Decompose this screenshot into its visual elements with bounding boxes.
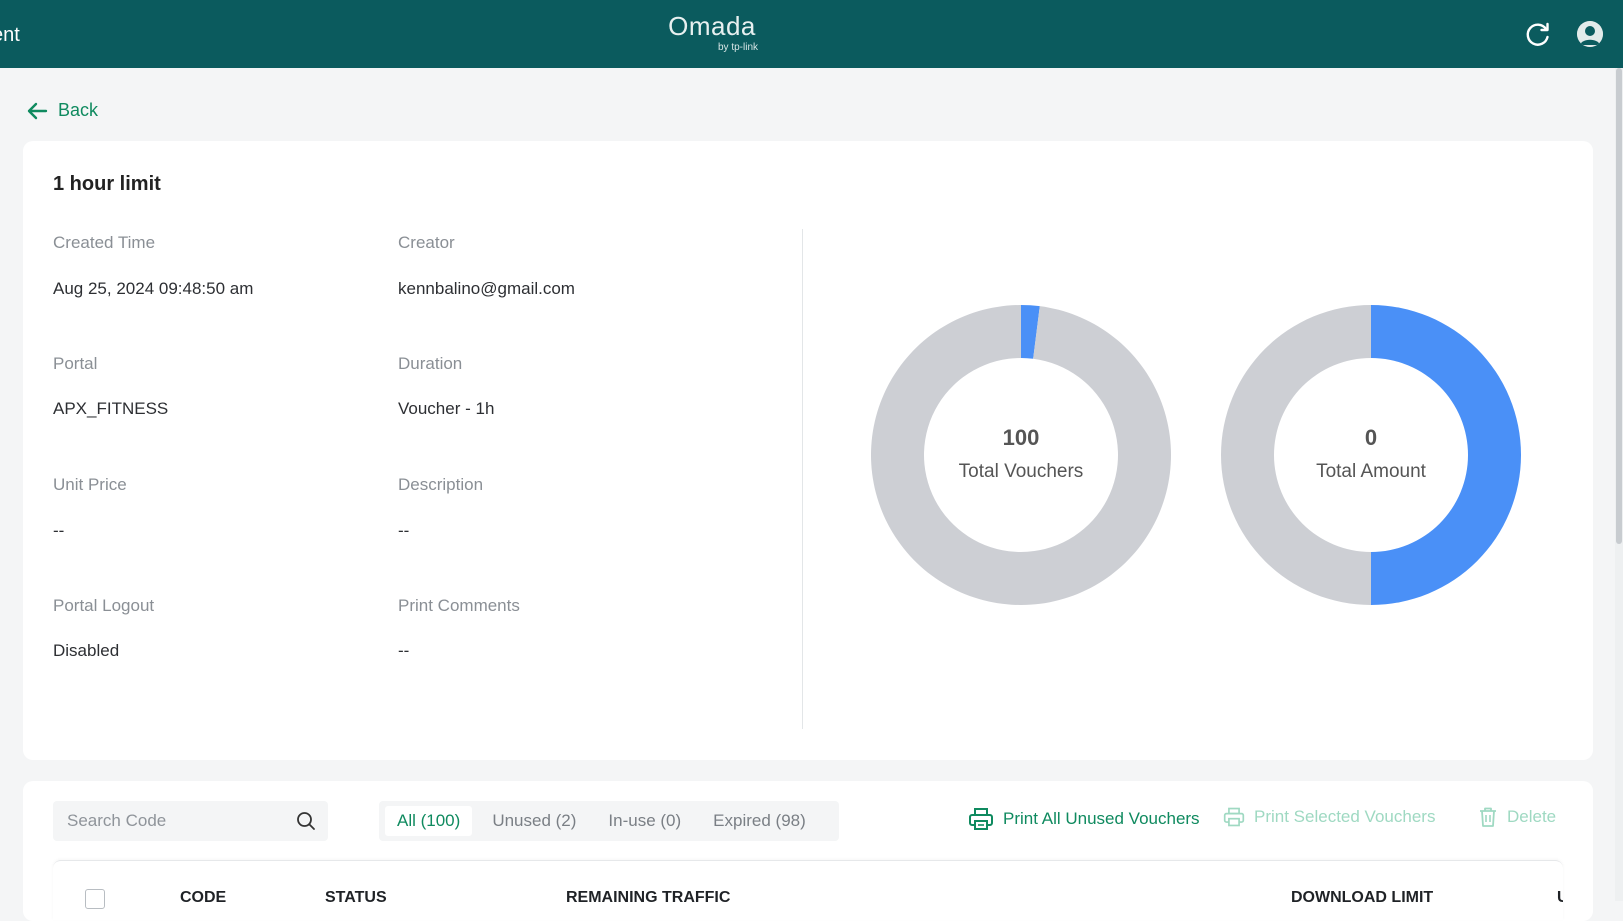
portal-value: APX_FITNESS: [53, 399, 169, 418]
total-amount-center: 0 Total Amount: [1221, 305, 1521, 605]
top-navigation-bar: ent Omada by tp-link: [0, 0, 1623, 68]
print-comments-label: Print Comments: [398, 596, 520, 615]
portal-logout-value: Disabled: [53, 641, 120, 660]
column-header-code[interactable]: CODE: [180, 889, 226, 907]
print-comments-value: --: [398, 641, 410, 660]
select-all-checkbox[interactable]: [85, 889, 105, 909]
table-header-row: CODE STATUS REMAINING TRAFFIC DOWNLOAD L…: [53, 860, 1563, 920]
user-avatar[interactable]: [1577, 21, 1603, 47]
total-amount-donut-chart: 0 Total Amount: [1221, 305, 1521, 605]
tab-all[interactable]: All (100): [385, 806, 473, 836]
app-title-fragment: ent: [0, 24, 20, 46]
search-code-box[interactable]: [53, 801, 328, 841]
voucher-group-details-card: 1 hour limit Created Time Aug 25, 2024 0…: [23, 141, 1593, 760]
total-vouchers-center: 100 Total Vouchers: [871, 305, 1171, 605]
total-vouchers-value: 100: [1002, 425, 1040, 450]
print-all-unused-vouchers-button[interactable]: Print All Unused Vouchers: [968, 806, 1200, 832]
column-header-download-limit[interactable]: DOWNLOAD LIMIT: [1291, 889, 1433, 907]
description-label: Description: [398, 475, 484, 494]
vertical-divider: [802, 229, 803, 729]
logo-sub-text: by tp-link: [717, 42, 758, 53]
tab-expired[interactable]: Expired (98): [701, 806, 818, 836]
unit-price-label: Unit Price: [53, 475, 127, 494]
trash-icon: [1480, 807, 1496, 827]
creator-value: kennbalino@gmail.com: [398, 279, 575, 298]
column-header-upload-limit[interactable]: U: [1557, 889, 1563, 907]
total-amount-label: Total Amount: [1316, 461, 1426, 482]
omada-logo: Omada by tp-link: [662, 12, 762, 56]
print-all-label: Print All Unused Vouchers: [1003, 809, 1200, 828]
portal-label: Portal: [53, 354, 98, 373]
column-header-status[interactable]: STATUS: [325, 889, 387, 907]
voucher-group-title: 1 hour limit: [53, 173, 161, 195]
unit-price-value: --: [53, 521, 65, 540]
description-value: --: [398, 521, 410, 540]
print-selected-label: Print Selected Vouchers: [1254, 807, 1436, 826]
printer-icon: [1223, 807, 1245, 827]
total-vouchers-donut-chart: 100 Total Vouchers: [871, 305, 1171, 605]
refresh-icon[interactable]: [1524, 20, 1552, 48]
voucher-status-tabs: All (100) Unused (2) In-use (0) Expired …: [379, 801, 839, 841]
column-header-remaining-traffic[interactable]: REMAINING TRAFFIC: [566, 889, 730, 907]
search-code-input[interactable]: [53, 811, 283, 831]
printer-icon: [969, 808, 993, 830]
logo-brand-text: Omada: [668, 11, 756, 41]
created-time-value: Aug 25, 2024 09:48:50 am: [53, 279, 254, 298]
portal-logout-label: Portal Logout: [53, 596, 155, 615]
delete-label: Delete: [1507, 807, 1557, 826]
back-button[interactable]: Back: [26, 100, 98, 121]
page-scrollbar[interactable]: [1615, 68, 1623, 901]
duration-value: Voucher - 1h: [398, 399, 495, 418]
duration-label: Duration: [398, 354, 463, 373]
tab-unused[interactable]: Unused (2): [480, 806, 588, 836]
total-vouchers-label: Total Vouchers: [958, 461, 1084, 482]
tab-in-use[interactable]: In-use (0): [596, 806, 693, 836]
print-selected-vouchers-button[interactable]: Print Selected Vouchers: [1223, 806, 1435, 828]
scrollbar-thumb[interactable]: [1616, 68, 1622, 544]
creator-label: Creator: [398, 233, 455, 252]
voucher-table-card: All (100) Unused (2) In-use (0) Expired …: [23, 781, 1593, 921]
back-label: Back: [58, 100, 99, 120]
arrow-left-icon: [27, 102, 48, 119]
search-icon[interactable]: [296, 811, 316, 831]
created-time-label: Created Time: [53, 233, 156, 252]
delete-button[interactable]: Delete: [1478, 806, 1556, 828]
total-amount-value: 0: [1364, 425, 1378, 450]
